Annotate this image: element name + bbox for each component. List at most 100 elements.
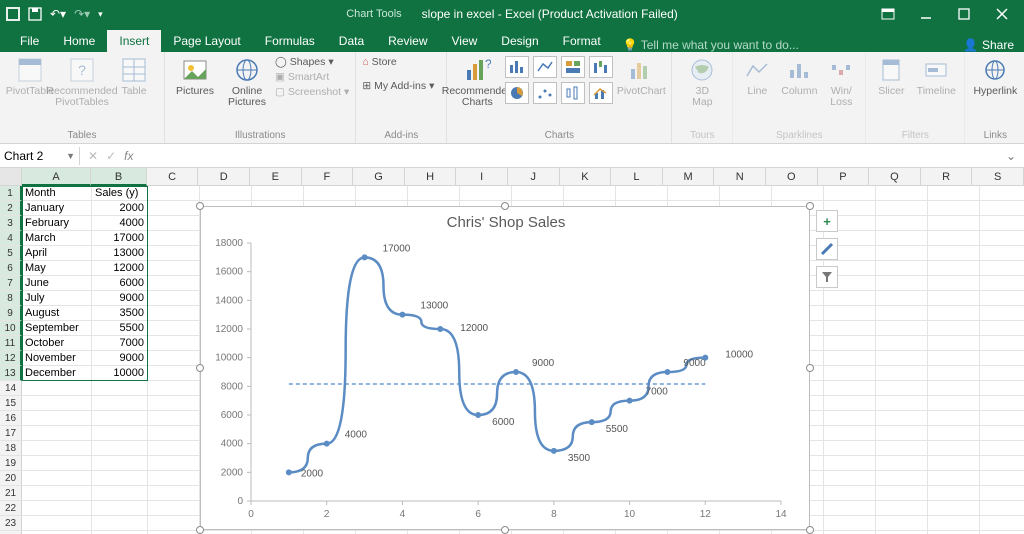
chart-line-icon[interactable] (533, 56, 557, 78)
cell[interactable] (928, 186, 980, 201)
cell[interactable] (148, 471, 200, 486)
tab-formulas[interactable]: Formulas (253, 30, 327, 52)
tab-home[interactable]: Home (51, 30, 107, 52)
cell[interactable] (772, 186, 824, 201)
cell[interactable] (22, 456, 92, 471)
row-header[interactable]: 4 (0, 231, 22, 246)
minimize-icon[interactable] (914, 5, 938, 23)
cell[interactable] (824, 381, 876, 396)
row-header[interactable]: 23 (0, 516, 22, 531)
cell[interactable] (980, 246, 1024, 261)
smartart-button[interactable]: ▣SmartArt (275, 71, 349, 83)
cell[interactable] (980, 411, 1024, 426)
tab-page-layout[interactable]: Page Layout (161, 30, 252, 52)
cell[interactable] (980, 261, 1024, 276)
cell[interactable] (928, 321, 980, 336)
cell[interactable] (148, 456, 200, 471)
row-header[interactable]: 3 (0, 216, 22, 231)
cell[interactable] (876, 291, 928, 306)
chart-pie-icon[interactable] (505, 82, 529, 104)
column-header[interactable]: R (921, 168, 973, 186)
formula-bar-expand-icon[interactable]: ⌄ (998, 149, 1024, 163)
column-header[interactable]: N (714, 168, 766, 186)
cell[interactable] (304, 186, 356, 201)
pivottable-button[interactable]: PivotTable (6, 56, 54, 97)
pivotchart-button[interactable]: PivotChart (617, 56, 665, 97)
ribbon-display-icon[interactable] (876, 5, 900, 23)
cell[interactable] (824, 486, 876, 501)
cell[interactable]: Month (22, 186, 92, 201)
cell[interactable] (824, 291, 876, 306)
cell[interactable] (824, 306, 876, 321)
cell[interactable] (92, 381, 148, 396)
resize-handle[interactable] (806, 526, 814, 534)
undo-icon[interactable]: ↶▾ (50, 7, 66, 21)
recommended-charts-button[interactable]: ? Recommended Charts (453, 56, 501, 108)
chart-hierarchy-icon[interactable] (561, 56, 585, 78)
cell[interactable] (148, 426, 200, 441)
cell[interactable] (980, 441, 1024, 456)
row-header[interactable]: 16 (0, 411, 22, 426)
cell[interactable] (876, 486, 928, 501)
cell[interactable] (92, 411, 148, 426)
cell[interactable] (876, 276, 928, 291)
cell[interactable]: Sales (y) (92, 186, 148, 201)
tab-format[interactable]: Format (551, 30, 613, 52)
row-header[interactable]: 20 (0, 471, 22, 486)
cell[interactable] (22, 426, 92, 441)
cell[interactable] (92, 516, 148, 531)
cell[interactable]: 13000 (92, 246, 148, 261)
column-header[interactable]: L (611, 168, 663, 186)
column-header[interactable]: B (91, 168, 147, 186)
cell[interactable] (876, 246, 928, 261)
cell[interactable] (928, 516, 980, 531)
cell[interactable] (824, 396, 876, 411)
cell[interactable] (980, 336, 1024, 351)
cell[interactable] (512, 186, 564, 201)
column-header[interactable]: A (22, 168, 91, 186)
store-button[interactable]: ⌂Store (362, 56, 440, 68)
column-header[interactable]: D (198, 168, 250, 186)
cell[interactable] (148, 321, 200, 336)
cell[interactable] (928, 231, 980, 246)
cell[interactable] (148, 486, 200, 501)
column-header[interactable]: Q (869, 168, 921, 186)
cell[interactable] (980, 306, 1024, 321)
cell[interactable] (876, 411, 928, 426)
cell[interactable]: 12000 (92, 261, 148, 276)
cell[interactable] (980, 426, 1024, 441)
cell[interactable] (824, 321, 876, 336)
cell[interactable] (876, 381, 928, 396)
cell[interactable] (928, 246, 980, 261)
cell[interactable] (824, 501, 876, 516)
chart-styles-button[interactable] (816, 238, 838, 260)
cell[interactable]: 6000 (92, 276, 148, 291)
hyperlink-button[interactable]: Hyperlink (971, 56, 1019, 97)
cell[interactable] (980, 351, 1024, 366)
cell[interactable] (824, 351, 876, 366)
cell[interactable] (980, 201, 1024, 216)
chart-filters-button[interactable] (816, 266, 838, 288)
cell[interactable] (92, 471, 148, 486)
cell[interactable] (876, 336, 928, 351)
column-header[interactable]: P (818, 168, 870, 186)
cell[interactable] (876, 366, 928, 381)
cell[interactable] (148, 336, 200, 351)
close-icon[interactable] (990, 5, 1014, 23)
cell[interactable] (824, 411, 876, 426)
cell[interactable] (928, 456, 980, 471)
column-header[interactable]: C (147, 168, 199, 186)
cell[interactable] (928, 351, 980, 366)
cell[interactable]: 17000 (92, 231, 148, 246)
cell[interactable]: 9000 (92, 291, 148, 306)
cell[interactable]: September (22, 321, 92, 336)
redo-icon[interactable]: ↷▾ (74, 7, 90, 21)
timeline-button[interactable]: Timeline (914, 56, 958, 97)
cell[interactable] (928, 381, 980, 396)
row-header[interactable]: 21 (0, 486, 22, 501)
cell[interactable] (92, 456, 148, 471)
row-header[interactable]: 15 (0, 396, 22, 411)
my-addins-button[interactable]: ⊞My Add-ins ▾ (362, 80, 440, 92)
cell[interactable] (22, 471, 92, 486)
row-header[interactable]: 13 (0, 366, 22, 381)
